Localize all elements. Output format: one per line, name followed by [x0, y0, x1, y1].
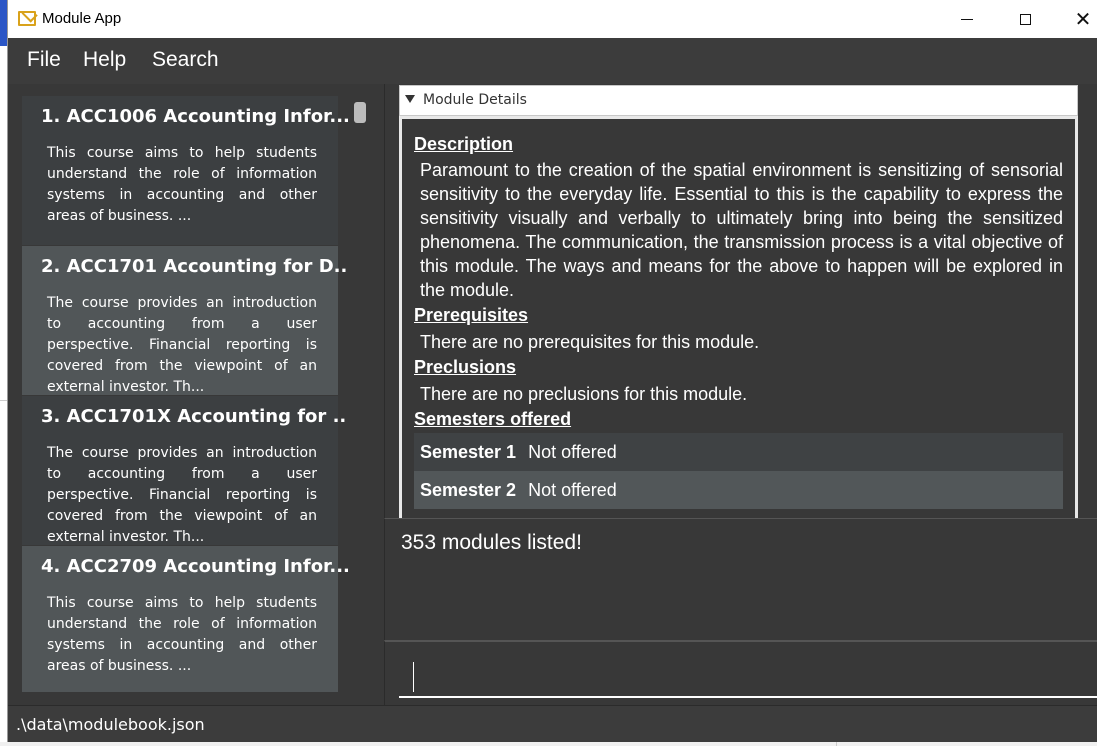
desktop-accent [0, 0, 7, 46]
preclusions-text: There are no preclusions for this module… [420, 384, 748, 404]
module-card-description: The course provides an introduction to a… [47, 445, 317, 545]
menu-help[interactable]: Help [83, 48, 126, 72]
description-text: Paramount to the creation of the spatial… [420, 160, 1063, 300]
maximize-button[interactable] [996, 0, 1054, 38]
semester-row: Semester 1 Not offered [414, 433, 1063, 471]
minimize-icon [961, 18, 973, 20]
desktop-bottom-strip [0, 742, 1097, 746]
result-message: 353 modules listed! [401, 531, 582, 554]
module-details-title: Module Details [423, 92, 527, 108]
minimize-button[interactable] [938, 0, 996, 38]
module-card-title: 3. ACC1701X Accounting for ... [41, 406, 348, 427]
description-heading: Description [414, 134, 514, 154]
close-icon: ✕ [1074, 7, 1092, 31]
module-card-title: 4. ACC2709 Accounting Infor... [41, 556, 348, 577]
module-list[interactable]: 1. ACC1006 Accounting Infor... This cour… [22, 96, 348, 692]
semester-status: Not offered [528, 441, 617, 462]
command-input[interactable] [399, 652, 1097, 698]
module-card-description: This course aims to help students unders… [47, 595, 317, 674]
app-window: Module App ✕ File Help Search 1. ACC1006… [7, 0, 1097, 742]
prerequisites-heading: Prerequisites [414, 305, 529, 325]
module-details-content[interactable]: Description Paramount to the creation of… [402, 119, 1075, 518]
module-card-title: 2. ACC1701 Accounting for D... [41, 256, 348, 277]
command-box [384, 640, 1097, 705]
text-caret [413, 662, 414, 692]
module-card[interactable]: 1. ACC1006 Accounting Infor... This cour… [22, 96, 348, 245]
module-list-panel: 1. ACC1006 Accounting Infor... This cour… [8, 84, 382, 705]
module-card[interactable]: 4. ACC2709 Accounting Infor... This cour… [22, 546, 348, 692]
module-card-description: The course provides an introduction to a… [47, 295, 317, 395]
window-title: Module App [42, 10, 122, 27]
module-card[interactable]: 3. ACC1701X Accounting for ... The cours… [22, 396, 348, 545]
status-file-path: .\data\modulebook.json [16, 715, 205, 734]
menu-file[interactable]: File [27, 48, 61, 72]
envelope-icon [18, 11, 36, 26]
main-area: 1. ACC1006 Accounting Infor... This cour… [8, 84, 1097, 705]
collapse-arrow-icon [405, 95, 415, 103]
semester-row: Semester 2 Not offered [414, 471, 1063, 509]
preclusions-heading: Preclusions [414, 357, 517, 377]
prerequisites-text: There are no prerequisites for this modu… [420, 332, 760, 352]
semesters-heading: Semesters offered [414, 409, 572, 429]
list-scrollbar-thumb[interactable] [354, 102, 366, 123]
module-details-panel: Module Details Description Paramount to … [384, 84, 1097, 518]
menu-search[interactable]: Search [152, 48, 219, 72]
module-details-header[interactable]: Module Details [399, 85, 1078, 116]
semester-status: Not offered [528, 479, 617, 500]
module-card-description: This course aims to help students unders… [47, 145, 317, 224]
desktop-divider-vertical [836, 742, 837, 746]
module-card[interactable]: 2. ACC1701 Accounting for D... The cours… [22, 246, 348, 395]
module-details-body: Description Paramount to the creation of… [399, 116, 1078, 518]
desktop-divider [0, 400, 7, 401]
result-display: 353 modules listed! [384, 518, 1097, 640]
module-card-title: 1. ACC1006 Accounting Infor... [41, 106, 348, 127]
menu-bar: File Help Search [8, 38, 1097, 84]
semester-name: Semester 1 [420, 441, 517, 462]
title-bar[interactable]: Module App ✕ [8, 0, 1097, 38]
maximize-icon [1019, 13, 1031, 25]
status-bar: .\data\modulebook.json [8, 705, 1097, 742]
close-button[interactable]: ✕ [1054, 0, 1097, 38]
semester-name: Semester 2 [420, 479, 517, 500]
